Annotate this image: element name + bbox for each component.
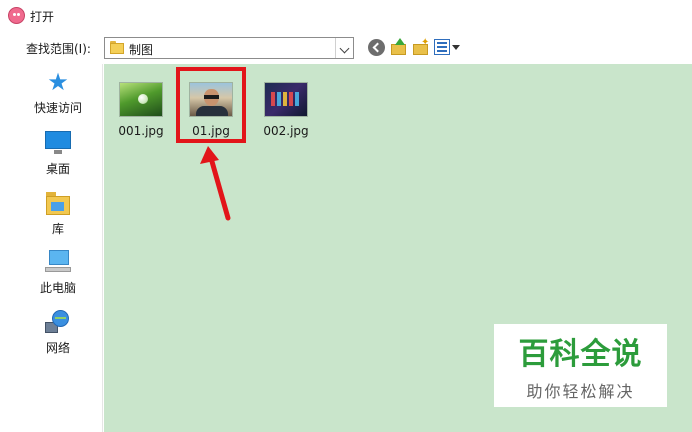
look-in-label: 查找范围(I): (26, 42, 91, 56)
image-thumbnail (264, 82, 308, 117)
desktop-icon (45, 131, 71, 155)
place-label: 库 (51, 222, 64, 236)
network-icon (45, 310, 71, 334)
view-menu-icon[interactable] (434, 39, 450, 55)
view-menu-chevron-icon[interactable] (452, 45, 460, 50)
app-icon (8, 7, 25, 24)
up-folder-button[interactable] (390, 38, 407, 56)
look-in-dropdown[interactable]: 制图 (104, 37, 354, 59)
look-in-value: 制图 (129, 43, 154, 57)
file-name: 001.jpg (118, 124, 164, 138)
place-library[interactable]: 库 (23, 185, 103, 241)
watermark-title: 百科全说 (518, 337, 643, 372)
quick-access-star-icon: ★ (47, 68, 69, 96)
place-label: 快速访问 (33, 101, 82, 115)
this-pc-icon (45, 250, 71, 274)
place-label: 桌面 (45, 162, 70, 176)
library-icon (45, 191, 71, 215)
places-bar: ★ 快速访问 桌面 库 此电脑 网络 (23, 64, 103, 432)
file-item[interactable]: 001.jpg (111, 68, 171, 148)
file-item[interactable]: 002.jpg (256, 68, 316, 148)
red-arrow-annotation (200, 146, 231, 221)
title-bar: 打开 (0, 0, 692, 31)
place-quick-access[interactable]: ★ 快速访问 (23, 64, 103, 120)
place-desktop[interactable]: 桌面 (23, 125, 103, 181)
watermark-subtitle: 助你轻松解决 (526, 382, 635, 401)
window-title: 打开 (30, 10, 55, 24)
back-button[interactable] (368, 39, 385, 56)
image-thumbnail (119, 82, 163, 117)
file-name: 002.jpg (263, 124, 309, 138)
new-folder-button[interactable]: ✦ (412, 38, 430, 56)
highlight-box (176, 67, 246, 143)
place-label: 此电脑 (39, 281, 76, 295)
folder-icon (110, 41, 124, 54)
place-label: 网络 (45, 341, 70, 355)
place-this-pc[interactable]: 此电脑 (23, 244, 103, 300)
place-network[interactable]: 网络 (23, 304, 103, 360)
watermark-logo: 百科全说 助你轻松解决 (494, 324, 667, 407)
chevron-down-icon[interactable] (335, 38, 353, 58)
